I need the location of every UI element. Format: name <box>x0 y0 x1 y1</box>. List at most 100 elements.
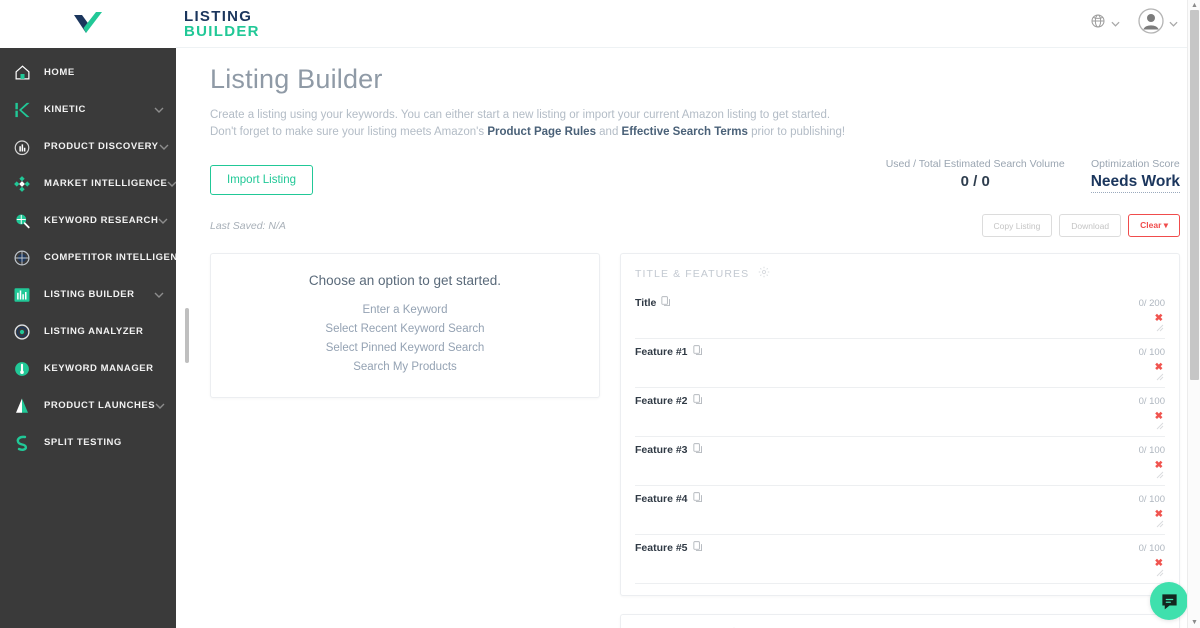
chevron-down-icon <box>1169 19 1178 29</box>
copy-icon[interactable] <box>692 441 703 459</box>
listing-builder-icon <box>10 283 34 307</box>
field-header: Feature #2 0/ 100 <box>635 388 1165 410</box>
product-page-rules-link[interactable]: Product Page Rules <box>487 126 596 138</box>
chevron-down-icon[interactable] <box>159 144 169 150</box>
resize-handle-icon[interactable] <box>1156 417 1164 435</box>
resize-handle-icon[interactable] <box>1156 368 1164 386</box>
download-button[interactable]: Download <box>1059 214 1122 237</box>
app-root: HOME KINETIC PRODUCT DISCOVERY MARKET IN… <box>0 0 1200 628</box>
field-label: Feature #5 <box>635 542 688 554</box>
effective-search-terms-link[interactable]: Effective Search Terms <box>622 126 748 138</box>
sidebar-item-listing-analyzer[interactable]: LISTING ANALYZER <box>0 313 176 350</box>
field-counter: 0/ 100 <box>1138 493 1165 505</box>
field-input[interactable]: ✖ <box>635 508 1165 535</box>
chat-support-button[interactable] <box>1150 582 1188 620</box>
get-started-card: Choose an option to get started. Enter a… <box>210 253 600 398</box>
field-header: Feature #5 0/ 100 <box>635 535 1165 557</box>
sidebar-item-keyword-research[interactable]: KEYWORD RESEARCH <box>0 202 176 239</box>
page-title: Listing Builder <box>210 64 383 94</box>
enter-a-keyword-link[interactable]: Enter a Keyword <box>231 304 579 316</box>
field-header: Feature #1 0/ 100 <box>635 339 1165 361</box>
chevron-down-icon[interactable] <box>158 218 168 224</box>
field-label: Feature #4 <box>635 493 688 505</box>
select-recent-keyword-search-link[interactable]: Select Recent Keyword Search <box>231 323 579 335</box>
chevron-down-icon[interactable] <box>154 107 164 113</box>
account-menu[interactable] <box>1138 8 1178 39</box>
sidebar-item-keyword-manager[interactable]: KEYWORD MANAGER <box>0 350 176 387</box>
desc-mid: and <box>595 126 622 138</box>
sidebar-item-label: KINETIC <box>44 104 86 115</box>
sidebar-logo[interactable] <box>0 0 176 48</box>
clear-dropdown-button[interactable]: Clear ▾ <box>1128 214 1180 237</box>
optimization-score-value[interactable]: Needs Work <box>1090 173 1180 193</box>
page-scroll-thumb[interactable] <box>1190 10 1199 380</box>
sidebar-item-label: PRODUCT LAUNCHES <box>44 400 156 411</box>
sidebar-item-label: MARKET INTELLIGENCE <box>44 178 168 189</box>
copy-icon[interactable] <box>692 343 703 361</box>
gear-icon[interactable] <box>758 265 770 283</box>
copy-icon[interactable] <box>692 392 703 410</box>
field-input[interactable]: ✖ <box>635 361 1165 388</box>
globe-icon <box>1090 13 1106 34</box>
import-listing-button[interactable]: Import Listing <box>210 165 314 195</box>
sidebar-item-label: SPLIT TESTING <box>44 437 122 448</box>
select-pinned-keyword-search-link[interactable]: Select Pinned Keyword Search <box>231 342 579 354</box>
field-label: Title <box>635 297 657 309</box>
field-counter: 0/ 100 <box>1138 346 1165 358</box>
field-feature-4: Feature #4 0/ 100 ✖ <box>621 486 1179 535</box>
copy-icon[interactable] <box>692 539 703 557</box>
field-counter: 0/ 100 <box>1138 444 1165 456</box>
card-spacer <box>621 584 1179 595</box>
marketplace-selector[interactable] <box>1090 13 1120 34</box>
chevron-down-icon[interactable] <box>155 403 165 409</box>
action-row: Import Listing Used / Total Estimated Se… <box>210 158 1180 195</box>
content-scroll-thumb[interactable] <box>185 308 189 363</box>
sidebar-item-product-discovery[interactable]: PRODUCT DISCOVERY <box>0 128 176 165</box>
sidebar-item-kinetic[interactable]: KINETIC <box>0 91 176 128</box>
stats-group: Used / Total Estimated Search Volume 0 /… <box>886 158 1180 195</box>
resize-handle-icon[interactable] <box>1156 515 1164 533</box>
resize-handle-icon[interactable] <box>1156 564 1164 582</box>
field-header: Title 0/ 200 <box>635 290 1165 312</box>
chevron-down-icon[interactable] <box>167 181 176 187</box>
sidebar-item-market-intelligence[interactable]: MARKET INTELLIGENCE <box>0 165 176 202</box>
sidebar-item-home[interactable]: HOME <box>0 54 176 91</box>
sidebar-item-listing-builder[interactable]: LISTING BUILDER <box>0 276 176 313</box>
brand-line-2: BUILDER <box>184 22 260 40</box>
chevron-down-icon <box>1111 19 1120 29</box>
app-brand: LISTING BUILDER <box>184 9 260 39</box>
desc-pre: Don't forget to make sure your listing m… <box>210 126 488 138</box>
page-scrollbar[interactable]: ▲ ▼ <box>1187 0 1200 628</box>
sidebar-item-label: PRODUCT DISCOVERY <box>44 141 159 152</box>
home-icon <box>10 61 34 85</box>
resize-handle-icon[interactable] <box>1156 466 1164 484</box>
sidebar-item-label: KEYWORD RESEARCH <box>44 215 159 226</box>
search-volume-value: 0 / 0 <box>960 173 990 190</box>
sidebar-item-product-launches[interactable]: PRODUCT LAUNCHES <box>0 387 176 424</box>
field-input[interactable]: ✖ <box>635 312 1165 339</box>
topbar-right <box>1090 8 1178 39</box>
sidebar-item-split-testing[interactable]: SPLIT TESTING <box>0 424 176 461</box>
chat-bubble-icon <box>1161 593 1177 609</box>
copy-icon[interactable] <box>661 294 671 312</box>
resize-handle-icon[interactable] <box>1156 319 1164 337</box>
saved-toolbar: Last Saved: N/A Copy Listing Download Cl… <box>210 214 1180 237</box>
topbar: LISTING BUILDER <box>176 0 1200 48</box>
field-input[interactable]: ✖ <box>635 557 1165 584</box>
sidebar-item-competitor-intelligence[interactable]: COMPETITOR INTELLIGENCE <box>0 239 176 276</box>
scroll-down-arrow-icon[interactable]: ▼ <box>1191 619 1198 626</box>
field-input[interactable]: ✖ <box>635 410 1165 437</box>
listing-analyzer-icon <box>10 320 34 344</box>
chevron-down-icon[interactable] <box>154 292 164 298</box>
copy-listing-button[interactable]: Copy Listing <box>981 214 1053 237</box>
field-header: Feature #3 0/ 100 <box>635 437 1165 459</box>
field-feature-3: Feature #3 0/ 100 ✖ <box>621 437 1179 486</box>
search-my-products-link[interactable]: Search My Products <box>231 361 579 373</box>
scroll-up-arrow-icon[interactable]: ▲ <box>1191 2 1198 9</box>
copy-icon[interactable] <box>692 490 703 508</box>
toolbar-buttons: Copy Listing Download Clear ▾ <box>981 214 1180 237</box>
title-features-header: TITLE & FEATURES <box>621 254 1179 290</box>
page-description-line-1: Create a listing using your keywords. Yo… <box>210 109 831 121</box>
user-avatar-icon <box>1138 8 1164 39</box>
field-input[interactable]: ✖ <box>635 459 1165 486</box>
